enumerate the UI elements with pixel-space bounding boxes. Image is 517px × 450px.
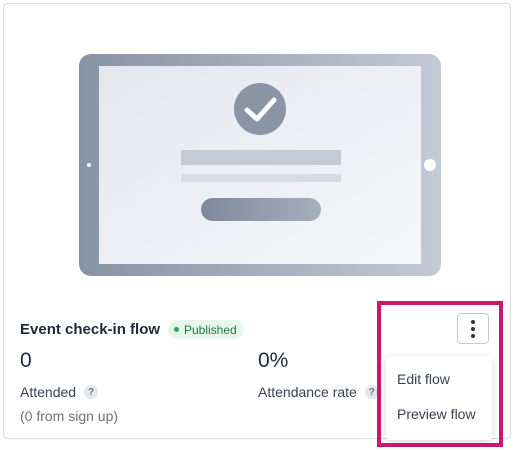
help-icon[interactable]: ? (84, 385, 99, 399)
options-dropdown-menu: Edit flow Preview flow (386, 356, 492, 440)
flow-title: Event check-in flow (20, 321, 161, 338)
attended-label: Attended (20, 384, 77, 400)
tablet-camera (87, 163, 91, 167)
placeholder-line-2 (181, 174, 341, 182)
checkmark-circle (234, 83, 286, 135)
placeholder-button (201, 198, 321, 221)
help-icon[interactable]: ? (364, 385, 379, 399)
edit-flow-menu-item[interactable]: Edit flow (386, 362, 492, 397)
attendance-rate-label-row: Attendance rate ? (258, 384, 379, 400)
tablet-checkmark-illustration (79, 54, 441, 276)
signup-count-note: (0 from sign up) (20, 408, 119, 424)
attendance-rate-value: 0% (258, 349, 289, 372)
status-label: Published (184, 322, 237, 337)
kebab-dot (471, 333, 475, 338)
status-badge: Published (168, 320, 244, 339)
status-dot-icon (174, 327, 179, 332)
attended-label-row: Attended ? (20, 384, 99, 400)
preview-flow-menu-item[interactable]: Preview flow (386, 397, 492, 432)
kebab-menu-icon (471, 319, 475, 324)
more-options-button[interactable] (457, 313, 489, 344)
tablet-home-button (424, 159, 436, 171)
attended-value: 0 (20, 349, 32, 372)
placeholder-line-1 (181, 150, 341, 165)
kebab-dot (471, 326, 475, 331)
attendance-rate-label: Attendance rate (258, 384, 357, 400)
